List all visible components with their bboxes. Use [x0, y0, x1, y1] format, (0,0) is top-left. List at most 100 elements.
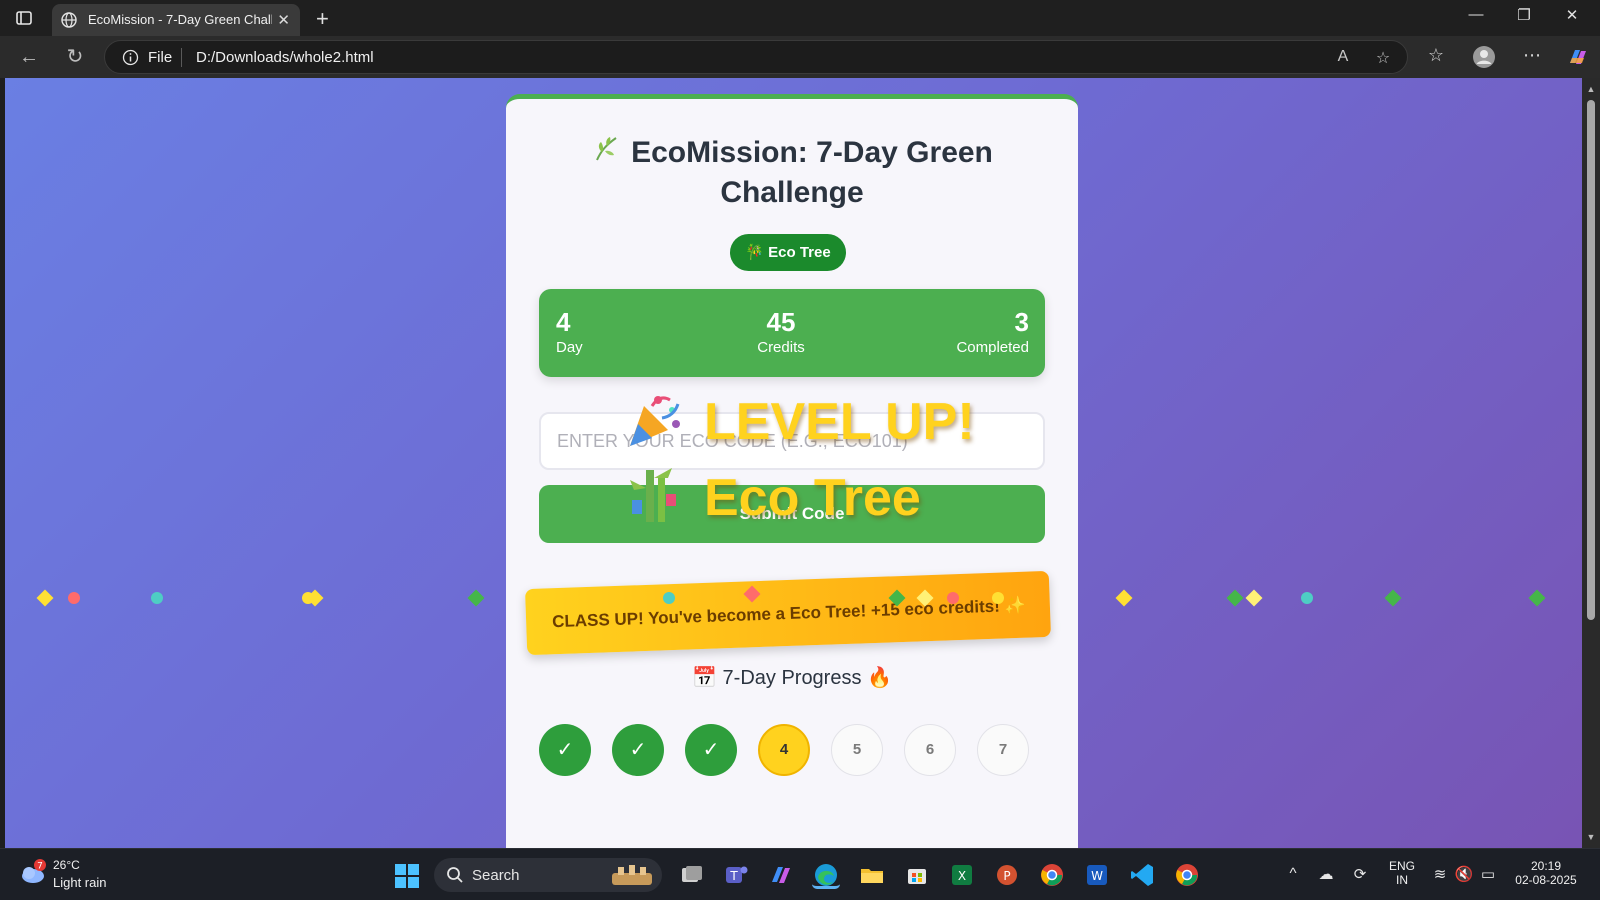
- day-circle: ✓: [685, 724, 737, 776]
- language-indicator[interactable]: ENG IN: [1386, 859, 1418, 887]
- chrome-profile-icon[interactable]: [1173, 861, 1201, 889]
- day-circle: 6: [904, 724, 956, 776]
- confetti-piece: [1115, 589, 1133, 607]
- windows-taskbar: 7 26°C Light rain Search T X P W ^ ☁ ⟳ E…: [0, 848, 1600, 900]
- close-window-button[interactable]: ✕: [1558, 6, 1586, 30]
- stats-panel: 4 Day 45 Credits 3 Completed: [539, 289, 1045, 377]
- tab-close-icon[interactable]: ✕: [277, 11, 290, 29]
- new-tab-button[interactable]: +: [316, 6, 329, 32]
- confetti-piece: [947, 592, 959, 604]
- back-arrow-icon[interactable]: ←: [18, 46, 40, 68]
- confetti-piece: [1226, 589, 1244, 607]
- wifi-icon[interactable]: ≋: [1430, 865, 1450, 885]
- chevron-up-icon[interactable]: ^: [1283, 865, 1303, 885]
- weather-alert-count: 7: [37, 862, 43, 872]
- scroll-down-arrow-icon[interactable]: ▼: [1586, 832, 1596, 842]
- edge-browser-icon[interactable]: [812, 861, 840, 889]
- submit-code-button[interactable]: Submit Code: [539, 485, 1045, 543]
- day-circle: 5: [831, 724, 883, 776]
- svg-text:X: X: [958, 869, 966, 883]
- scroll-up-arrow-icon[interactable]: ▲: [1586, 84, 1596, 94]
- browser-tab[interactable]: EcoMission - 7-Day Green Challer ✕: [52, 4, 300, 36]
- day-circle: ✓: [539, 724, 591, 776]
- stat-credits: 45 Credits: [726, 307, 836, 359]
- stat-credits-value: 45: [766, 307, 796, 337]
- address-bar[interactable]: File D:/Downloads/whole2.html A ☆: [104, 40, 1408, 74]
- search-icon: [447, 867, 463, 883]
- calendar-icon: 📅: [692, 667, 717, 689]
- stat-completed: 3 Completed: [956, 307, 1029, 359]
- svg-text:T: T: [729, 869, 738, 883]
- address-separator: [181, 48, 182, 67]
- progress-title-text: 7-Day Progress: [722, 667, 862, 689]
- tab-title: EcoMission - 7-Day Green Challer: [88, 12, 272, 27]
- scroll-thumb[interactable]: [1587, 100, 1595, 620]
- svg-text:P: P: [1003, 869, 1010, 883]
- confetti-piece: [36, 589, 54, 607]
- language-code: ENG: [1388, 859, 1415, 873]
- tab-actions-icon[interactable]: [14, 8, 34, 28]
- address-scheme: File: [148, 49, 173, 66]
- title-line2: Challenge: [720, 176, 864, 209]
- globe-icon: [61, 12, 77, 28]
- read-aloud-icon[interactable]: A: [1333, 48, 1353, 68]
- confetti-piece: [1528, 589, 1546, 607]
- browser-tab-bar: EcoMission - 7-Day Green Challer ✕ + — ❐…: [0, 0, 1600, 36]
- minimize-button[interactable]: —: [1462, 6, 1490, 30]
- file-explorer-icon[interactable]: [858, 861, 886, 889]
- day-circle: 4: [758, 724, 810, 776]
- day-circle: ✓: [612, 724, 664, 776]
- title-line1: EcoMission: 7-Day Green: [631, 136, 993, 169]
- info-icon[interactable]: [122, 49, 139, 66]
- favorites-icon[interactable]: ☆: [1424, 45, 1448, 69]
- search-label: Search: [472, 867, 520, 884]
- more-menu-icon[interactable]: ⋯: [1520, 45, 1544, 69]
- task-view-icon[interactable]: [678, 861, 706, 889]
- address-url[interactable]: D:/Downloads/whole2.html: [196, 49, 374, 66]
- eco-code-input[interactable]: [539, 412, 1045, 470]
- language-region: IN: [1396, 873, 1408, 887]
- page-scrollbar[interactable]: ▲ ▼: [1582, 78, 1600, 848]
- copilot-icon[interactable]: [1566, 45, 1590, 69]
- battery-icon[interactable]: ▭: [1478, 865, 1498, 885]
- day-circle: 7: [977, 724, 1029, 776]
- teams-icon[interactable]: T: [722, 861, 750, 889]
- tree-icon: 🎋: [745, 244, 764, 261]
- confetti-piece: [1301, 592, 1313, 604]
- chrome-icon[interactable]: [1038, 861, 1066, 889]
- browser-toolbar: ← ↻ File D:/Downloads/whole2.html A ☆ ☆ …: [0, 36, 1600, 78]
- restore-button[interactable]: ❐: [1510, 6, 1538, 30]
- stat-completed-value: 3: [1014, 307, 1029, 337]
- rain-cloud-icon: 7: [22, 859, 46, 883]
- microsoft-store-icon[interactable]: [903, 861, 931, 889]
- sync-icon[interactable]: ⟳: [1350, 865, 1370, 885]
- clock-date: 02-08-2025: [1515, 873, 1577, 887]
- confetti-piece: [992, 592, 1004, 604]
- windows-start-icon[interactable]: [394, 863, 420, 889]
- page-viewport: EcoMission: 7-Day Green Challenge 🎋 Eco …: [5, 78, 1582, 848]
- stat-credits-label: Credits: [757, 339, 805, 356]
- page-title: EcoMission: 7-Day Green Challenge: [506, 133, 1078, 213]
- excel-icon[interactable]: X: [948, 861, 976, 889]
- progress-title: 📅 7-Day Progress 🔥: [506, 665, 1078, 690]
- powerpoint-icon[interactable]: P: [993, 861, 1021, 889]
- stat-day-label: Day: [556, 339, 583, 356]
- weather-temperature: 26°C: [53, 858, 80, 872]
- svg-text:W: W: [1091, 869, 1103, 883]
- favorite-star-icon[interactable]: ☆: [1373, 48, 1393, 68]
- clock[interactable]: 20:19 02-08-2025: [1506, 859, 1586, 887]
- onedrive-icon[interactable]: ☁: [1316, 865, 1336, 885]
- profile-avatar-icon[interactable]: [1472, 45, 1496, 69]
- taskbar-search[interactable]: Search: [434, 858, 662, 892]
- copilot-taskbar-icon[interactable]: [767, 861, 795, 889]
- badge-label: Eco Tree: [768, 244, 831, 261]
- word-icon[interactable]: W: [1083, 861, 1111, 889]
- confetti-piece: [1384, 589, 1402, 607]
- refresh-icon[interactable]: ↻: [64, 46, 86, 68]
- vscode-icon[interactable]: [1128, 861, 1156, 889]
- confetti-piece: [68, 592, 80, 604]
- search-highlight-icon: [612, 865, 652, 885]
- stat-completed-label: Completed: [956, 339, 1029, 356]
- level-badge: 🎋 Eco Tree: [730, 234, 846, 271]
- volume-muted-icon[interactable]: 🔇: [1454, 865, 1474, 885]
